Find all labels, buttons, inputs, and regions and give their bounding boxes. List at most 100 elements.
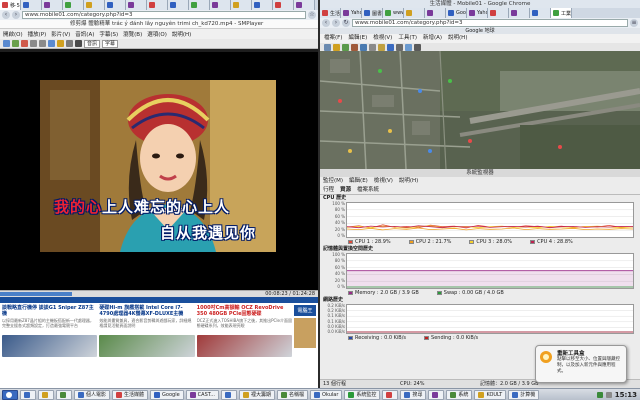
ad-card[interactable]: 談戰略直行機停 談談G1 Sniper Z87主機 以採用最新Z87晶片組的主機板…: [2, 305, 98, 357]
taskbar-item[interactable]: 裡大籌期: [239, 389, 276, 400]
left-tab[interactable]: [189, 0, 210, 10]
ad-image[interactable]: [99, 335, 195, 357]
reload-icon[interactable]: ↻: [342, 19, 350, 27]
right-tab[interactable]: [530, 8, 551, 18]
smplayer-menu-item[interactable]: 字幕(S): [99, 30, 118, 38]
taskbar-item[interactable]: CAST...: [185, 389, 219, 400]
earth-menu-item[interactable]: 編輯(E): [348, 34, 367, 43]
taskbar-item[interactable]: [221, 389, 237, 400]
earth-menu-item[interactable]: 新增(A): [423, 34, 442, 43]
right-tab[interactable]: Yaho: [341, 8, 362, 18]
right-tab[interactable]: 生活: [320, 8, 341, 18]
left-tab[interactable]: [84, 0, 105, 10]
taskbar-item[interactable]: [20, 389, 36, 400]
stop-icon[interactable]: [21, 40, 28, 47]
open-icon[interactable]: [3, 40, 10, 47]
sysmon-tab[interactable]: 資源: [340, 186, 351, 194]
left-tab[interactable]: [63, 0, 84, 10]
right-address-input[interactable]: www.mobile01.com/category.php?id=3: [352, 19, 628, 27]
earth-menu-item[interactable]: 說明(H): [448, 34, 467, 43]
left-tab[interactable]: [273, 0, 294, 10]
left-tab[interactable]: [252, 0, 273, 10]
taskbar-item[interactable]: KOULT: [474, 389, 507, 400]
smplayer-menu-item[interactable]: 音訊(A): [75, 30, 94, 38]
right-tab[interactable]: 圖書: [362, 8, 383, 18]
taskbar-item[interactable]: [382, 389, 399, 400]
forward-button[interactable]: ›: [12, 11, 20, 19]
seek-bar[interactable]: 00:08:23 / 01:24:28: [0, 290, 318, 297]
email-icon[interactable]: [405, 43, 412, 51]
ad-image[interactable]: [2, 335, 98, 357]
satellite-map[interactable]: [320, 51, 640, 169]
taskbar-item[interactable]: [428, 389, 445, 400]
volume-icon[interactable]: [605, 391, 612, 398]
earth-menu-item[interactable]: 檢視(V): [373, 34, 392, 43]
ad-image[interactable]: [196, 335, 292, 357]
sysmon-tab[interactable]: 行程: [323, 186, 334, 194]
ad-title[interactable]: 硬碟Hi-m 旗艦搭載 Intel Core i7-4790處理器4K螢幕XF-…: [99, 305, 194, 317]
right-tab[interactable]: Googl: [446, 8, 467, 18]
left-tab[interactable]: 移·5: [0, 0, 21, 10]
next-icon[interactable]: [39, 40, 46, 47]
back-button[interactable]: ‹: [322, 19, 330, 27]
ruler-icon[interactable]: [396, 43, 403, 51]
right-tab[interactable]: 工業:: [551, 8, 572, 18]
polygon-icon[interactable]: [342, 43, 349, 51]
smplayer-menu-item[interactable]: 播放(P): [28, 30, 47, 38]
taskbar-item[interactable]: 計算機: [508, 389, 540, 400]
notification-popup[interactable]: 重新工具盒 點擊以移至大小、位置與隱藏控制，以及加入新元件與應用程式。: [535, 345, 627, 383]
smplayer-menu-item[interactable]: 說明(H): [172, 30, 191, 38]
sysmon-menu-item[interactable]: 檢視(V): [374, 177, 393, 186]
left-tab[interactable]: [21, 0, 42, 10]
menu-icon[interactable]: ≡: [630, 19, 638, 27]
settings-icon[interactable]: [75, 40, 82, 47]
left-tab[interactable]: [126, 0, 147, 10]
right-tab[interactable]: [425, 8, 446, 18]
right-tab[interactable]: [509, 8, 530, 18]
taskbar-item[interactable]: 個人電影: [74, 389, 111, 400]
left-tab[interactable]: [210, 0, 231, 10]
ad-title[interactable]: 1000吋Cm高額輸 OCZ RevoDrive 350 480GB PCIe固…: [197, 305, 292, 317]
sysmon-menu-item[interactable]: 監控(M): [323, 177, 343, 186]
play-icon[interactable]: [12, 40, 19, 47]
info-icon[interactable]: [66, 40, 73, 47]
right-tab[interactable]: www.b: [383, 8, 404, 18]
start-button[interactable]: [2, 389, 18, 400]
earth-menu-item[interactable]: 檔案(F): [324, 34, 342, 43]
sysmon-tab[interactable]: 檔案系統: [357, 186, 379, 194]
left-address-input[interactable]: www.mobile01.com/category.php?id=3: [22, 11, 306, 19]
playlist-icon[interactable]: [57, 40, 64, 47]
video-area[interactable]: 我的心上人难忘的心上人 自从我遇见你: [0, 52, 318, 290]
ad-title[interactable]: 談戰略直行機停 談談G1 Sniper Z87主機: [2, 305, 97, 317]
smplayer-menu-item[interactable]: 影片(V): [51, 30, 70, 38]
ad-card[interactable]: 1000吋Cm高額輸 OCZ RevoDrive 350 480GB PCIe固…: [196, 305, 292, 357]
side-icon[interactable]: 電腦王: [293, 305, 316, 357]
print-icon[interactable]: [414, 43, 421, 51]
smplayer-menu-item[interactable]: 開啟(O): [3, 30, 23, 38]
taskbar-item[interactable]: 生活媒體: [112, 389, 149, 400]
sysmon-menu-item[interactable]: 說明(H): [399, 177, 418, 186]
sysmon-menu-item[interactable]: 編輯(E): [349, 177, 368, 186]
taskbar-item[interactable]: 系統: [446, 389, 473, 400]
tour-icon[interactable]: [369, 43, 376, 51]
left-tab[interactable]: [294, 0, 315, 10]
subtitle-select[interactable]: 字幕: [102, 39, 119, 48]
smplayer-menu-item[interactable]: 瀏覽(B): [123, 30, 142, 38]
taskbar-item[interactable]: 搜尋: [400, 389, 427, 400]
taskbar-item[interactable]: 系統監控: [344, 389, 381, 400]
fullscreen-icon[interactable]: [48, 40, 55, 47]
taskbar-item[interactable]: Okular: [310, 389, 343, 400]
left-tab[interactable]: [147, 0, 168, 10]
network-tray-icon[interactable]: [596, 391, 603, 398]
ad-card[interactable]: 硬碟Hi-m 旗艦搭載 Intel Core i7-4790處理器4K螢幕XF-…: [99, 305, 195, 357]
earth-menu-item[interactable]: 工具(T): [398, 34, 417, 43]
left-tab[interactable]: [42, 0, 63, 10]
smplayer-menu-item[interactable]: 選項(O): [147, 30, 167, 38]
right-tab[interactable]: [488, 8, 509, 18]
sidebar-icon[interactable]: [324, 43, 331, 51]
taskbar-item[interactable]: Google: [150, 389, 184, 400]
left-tab[interactable]: [168, 0, 189, 10]
left-tab[interactable]: [105, 0, 126, 10]
taskbar-item[interactable]: [38, 389, 54, 400]
back-button[interactable]: ‹: [2, 11, 10, 19]
